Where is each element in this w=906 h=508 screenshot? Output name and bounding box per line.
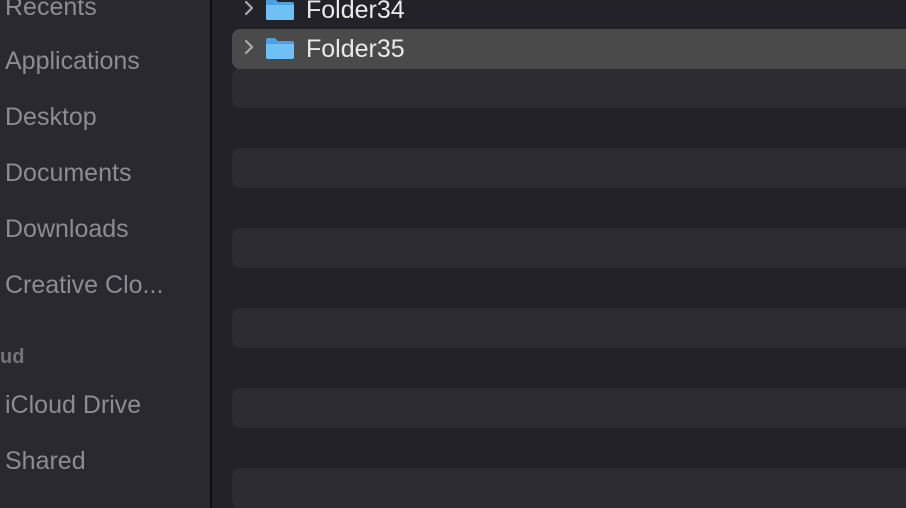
sidebar-section-icloud-header[interactable]: ud	[0, 346, 24, 369]
folder-icon	[266, 38, 294, 59]
list-row-stripe	[232, 228, 906, 268]
sidebar-item-applications[interactable]: Applications	[5, 44, 140, 78]
finder-window: Recents Applications Desktop Documents D…	[0, 0, 906, 508]
sidebar-item-recents[interactable]: Recents	[5, 0, 97, 24]
chevron-right-icon[interactable]	[240, 35, 258, 59]
list-item-folder34[interactable]: Folder34	[232, 0, 906, 30]
sidebar-item-icloud-drive[interactable]: iCloud Drive	[5, 388, 141, 422]
list-row-stripe	[232, 388, 906, 428]
list-item-name: Folder35	[306, 35, 405, 63]
folder-icon	[266, 0, 294, 20]
chevron-right-icon[interactable]	[240, 0, 258, 20]
list-row-stripe	[232, 148, 906, 188]
list-row-stripe	[232, 68, 906, 108]
sidebar-item-shared[interactable]: Shared	[5, 444, 86, 478]
file-list: Folder34 Folder35	[212, 0, 906, 508]
list-row-stripe	[232, 308, 906, 348]
list-item-name: Folder34	[306, 0, 405, 24]
sidebar-item-documents[interactable]: Documents	[5, 156, 131, 190]
sidebar-item-desktop[interactable]: Desktop	[5, 100, 97, 134]
list-row-stripe	[232, 468, 906, 508]
sidebar-item-downloads[interactable]: Downloads	[5, 212, 129, 246]
list-item-folder35[interactable]: Folder35	[232, 29, 906, 69]
sidebar: Recents Applications Desktop Documents D…	[0, 0, 210, 508]
sidebar-item-creative-cloud[interactable]: Creative Clo...	[5, 268, 163, 302]
